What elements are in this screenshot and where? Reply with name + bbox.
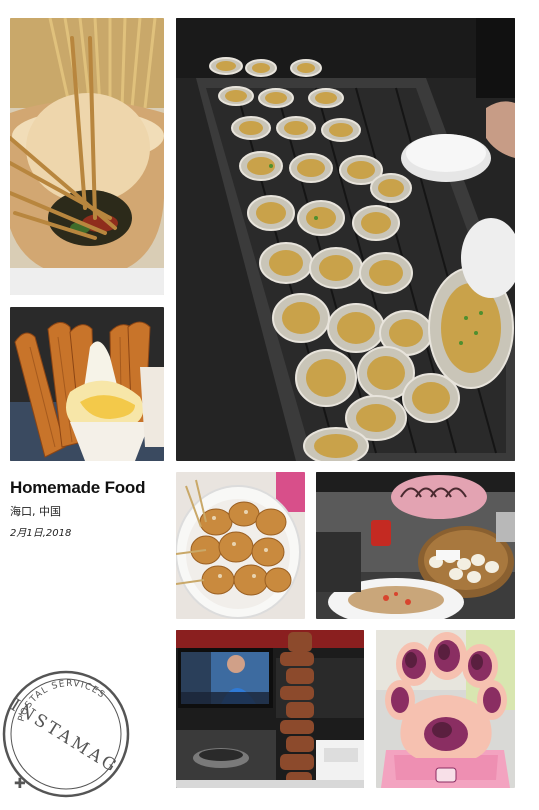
photo-churros-ice-cream [10, 307, 164, 461]
postal-stamp: POSTAL SERVICES INSTAMAG ✚ [0, 660, 134, 800]
photo-paw-dessert [376, 630, 515, 788]
caption-location: 海口, 中国 [10, 505, 61, 518]
caption-block: Homemade Food 海口, 中国 2月1日,2018 [10, 478, 170, 539]
photo-grill-station [316, 472, 515, 619]
photo-fried-chicken-bowl [176, 472, 305, 619]
photo-grilled-oysters [176, 18, 515, 461]
stamp-cross-icon: ✚ [14, 776, 26, 792]
caption-date: 2月1日,2018 [10, 528, 72, 539]
photo-tv-food-stall [176, 630, 364, 788]
photo-skewers-in-cup [10, 18, 164, 295]
caption-title: Homemade Food [10, 478, 146, 497]
stamp-main-text: INSTAMAG [7, 695, 122, 777]
